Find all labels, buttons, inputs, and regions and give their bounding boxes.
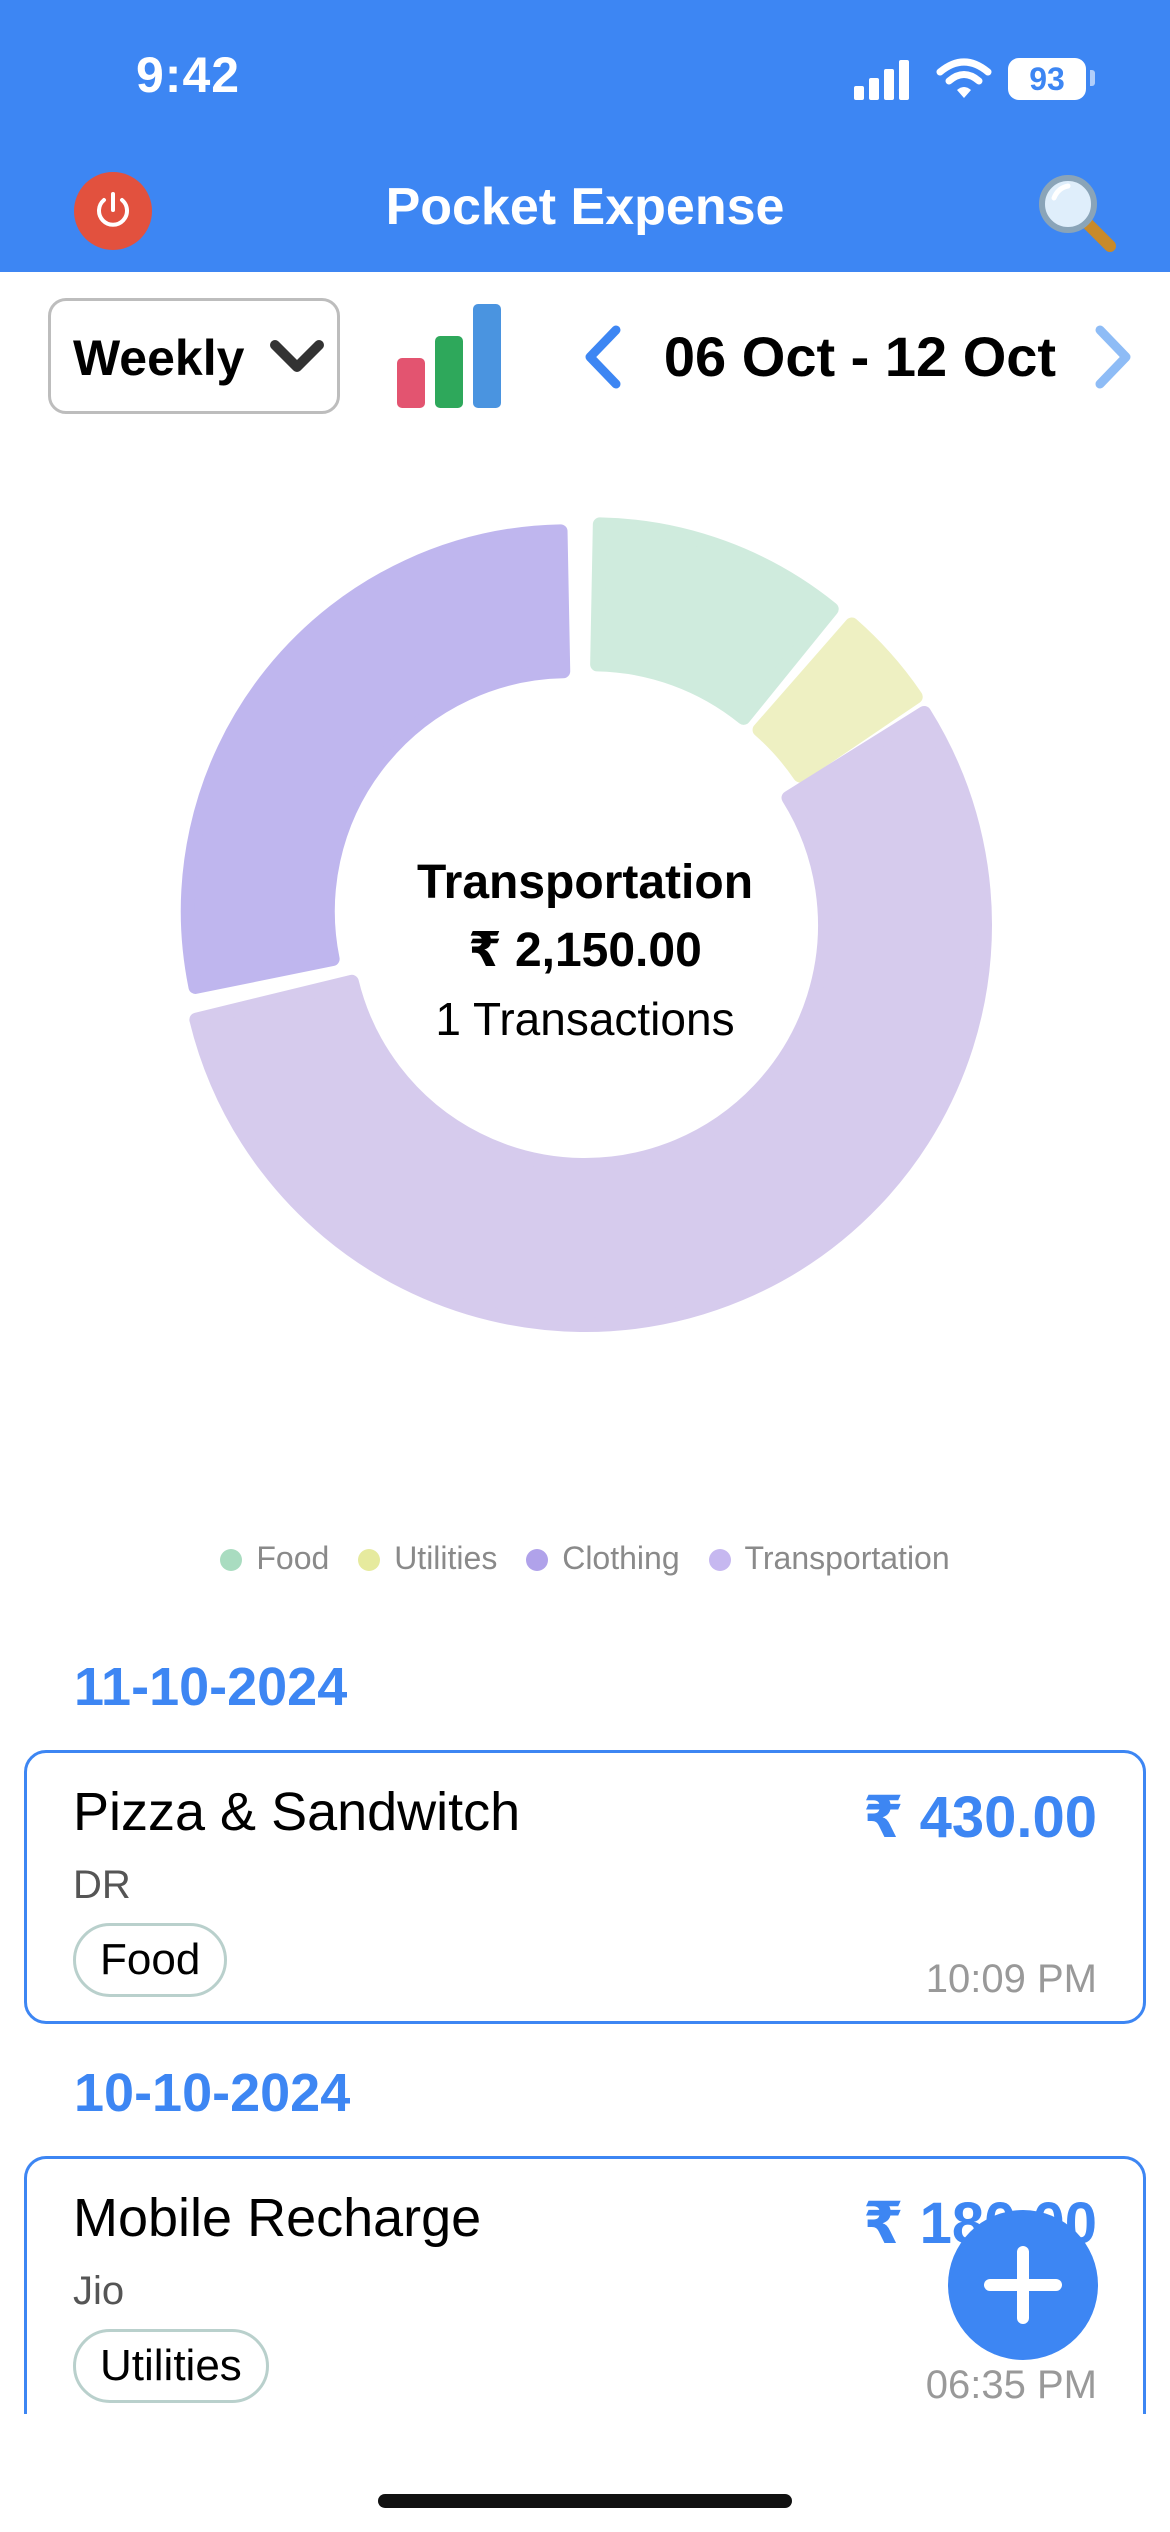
selected-transaction-count: 1 Transactions: [435, 993, 735, 1045]
transaction-card[interactable]: Pizza & Sandwitch ₹ 430.00 DR Food 10:09…: [24, 1750, 1146, 2024]
date-range-label: 06 Oct - 12 Oct: [663, 325, 1057, 388]
legend-dot: [708, 1549, 731, 1571]
wifi-icon: [936, 58, 992, 98]
legend-label: Food: [256, 1540, 330, 1576]
chevron-right-icon: [1095, 325, 1131, 389]
plus-icon: [984, 2246, 1062, 2324]
legend-dot: [526, 1549, 549, 1571]
magnifier-icon: [1039, 175, 1116, 252]
legend-item-food[interactable]: Food: [220, 1540, 329, 1577]
home-indicator[interactable]: [378, 2494, 792, 2508]
chart-toggle-button[interactable]: [392, 298, 512, 418]
transaction-time: 10:09 PM: [925, 1957, 1097, 2001]
bar-chart-icon: [397, 304, 501, 408]
transaction-title: Pizza & Sandwitch: [73, 1782, 521, 1842]
legend-item-utilities[interactable]: Utilities: [358, 1540, 497, 1577]
transaction-amount: ₹ 430.00: [863, 1785, 1097, 1850]
status-time: 9:42: [136, 47, 241, 103]
chevron-down-icon: [270, 340, 324, 372]
category-tag: Utilities: [73, 2329, 269, 2403]
transaction-title: Mobile Recharge: [73, 2188, 482, 2248]
status-icons: 93: [852, 56, 1095, 106]
legend-dot: [358, 1549, 381, 1571]
transaction-payee: Jio: [73, 2269, 125, 2313]
next-period-button[interactable]: [1082, 322, 1142, 392]
legend-dot: [220, 1549, 243, 1571]
period-dropdown[interactable]: Weekly: [48, 298, 340, 414]
legend-label: Clothing: [562, 1540, 680, 1576]
legend-label: Utilities: [394, 1540, 498, 1576]
chart-legend: Food Utilities Clothing Transportation: [0, 1540, 1170, 1577]
chart-center-summary: Transportation ₹ 2,150.00 1 Transactions: [285, 852, 885, 1050]
legend-item-transportation[interactable]: Transportation: [708, 1540, 950, 1577]
period-label: Weekly: [73, 330, 245, 386]
date-group-header: 11-10-2024: [74, 1657, 348, 1717]
chevron-left-icon: [585, 325, 621, 389]
page-title: Pocket Expense: [385, 178, 785, 236]
transaction-time: 06:35 PM: [925, 2363, 1097, 2407]
battery-tip: [1090, 70, 1095, 86]
selected-amount: ₹ 2,150.00: [468, 924, 702, 977]
date-group-header: 10-10-2024: [74, 2063, 351, 2123]
app-header: 9:42 93 Pocket Expense: [0, 0, 1170, 272]
search-button[interactable]: [1032, 168, 1122, 258]
battery-indicator: 93: [1008, 58, 1086, 100]
selected-category: Transportation: [416, 856, 754, 909]
legend-label: Transportation: [744, 1540, 950, 1576]
signal-icon: [854, 60, 909, 100]
transaction-payee: DR: [73, 1863, 131, 1907]
category-tag: Food: [73, 1923, 228, 1997]
add-expense-button[interactable]: [948, 2210, 1098, 2360]
previous-period-button[interactable]: [574, 322, 634, 392]
legend-item-clothing[interactable]: Clothing: [526, 1540, 680, 1577]
